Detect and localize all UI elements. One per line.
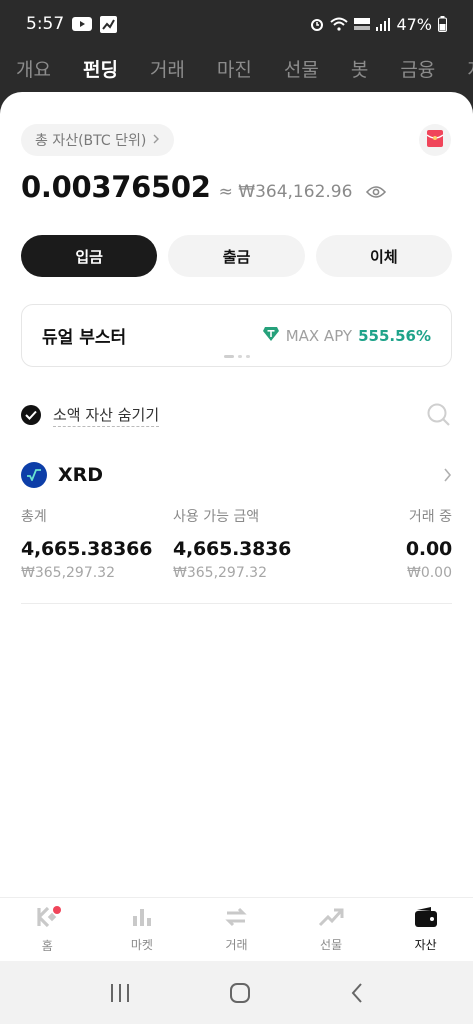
- status-bar: 5:57 47%: [0, 0, 473, 48]
- tab-overview[interactable]: 개요: [16, 55, 51, 82]
- recent-apps-icon[interactable]: [109, 983, 131, 1003]
- total-value: 4,665.38366: [21, 538, 153, 560]
- hd-voice-icon: [354, 17, 371, 31]
- battery-icon: [438, 16, 447, 32]
- nav-home-label: 홈: [41, 939, 53, 953]
- chevron-right-icon[interactable]: [443, 468, 452, 482]
- tab-funding[interactable]: 펀딩: [83, 55, 118, 82]
- xrd-coin-icon: [21, 462, 47, 488]
- total-column: 총계 4,665.38366 ₩365,297.32: [21, 506, 173, 581]
- carousel-dot: [223, 355, 234, 358]
- tether-icon: [262, 326, 280, 346]
- balance-btc: 0.00376502: [21, 170, 211, 204]
- balance-row: 0.00376502 ≈ ₩364,162.96: [21, 170, 387, 204]
- carousel-dot: [245, 355, 250, 358]
- asset-row-header[interactable]: XRD: [21, 462, 452, 488]
- alarm-icon: [310, 17, 324, 31]
- divider: [21, 603, 452, 604]
- bottom-nav: 홈 마켓 거래 선물 자산: [0, 897, 473, 961]
- hide-small-assets-label[interactable]: 소액 자산 숨기기: [53, 404, 160, 427]
- action-buttons: 입금 출금 이체: [21, 235, 452, 277]
- tab-more[interactable]: 지: [467, 55, 473, 82]
- back-icon[interactable]: [350, 982, 364, 1004]
- swap-arrows-icon: [224, 906, 248, 932]
- available-column: 사용 가능 금액 4,665.3836 ₩365,297.32: [173, 506, 333, 581]
- dual-booster-banner[interactable]: 듀얼 부스터 MAX APY 555.56%: [21, 304, 452, 367]
- home-icon[interactable]: [229, 982, 251, 1004]
- battery-percent: 47%: [396, 14, 432, 34]
- nav-futures-label: 선물: [320, 938, 343, 952]
- apy-label: MAX APY: [285, 326, 353, 345]
- in-trade-column: 거래 중 0.00 ₩0.00: [333, 506, 452, 581]
- asset-symbol: XRD: [58, 464, 104, 486]
- total-assets-label: 총 자산(BTC 단위): [35, 133, 147, 149]
- youtube-icon: [72, 17, 93, 31]
- deposit-button[interactable]: 입금: [21, 235, 158, 277]
- total-assets-unit-selector[interactable]: 총 자산(BTC 단위): [21, 124, 175, 156]
- chart-app-icon: [100, 15, 118, 33]
- available-fiat: ₩365,297.32: [173, 565, 268, 581]
- nav-assets-label: 자산: [414, 938, 437, 952]
- nav-trade[interactable]: 거래: [189, 898, 284, 961]
- nav-assets[interactable]: 자산: [378, 898, 473, 961]
- in-trade-label: 거래 중: [408, 509, 452, 525]
- available-label: 사용 가능 금액: [173, 509, 260, 525]
- tab-margin[interactable]: 마진: [217, 55, 252, 82]
- apy-value: 555.56%: [358, 326, 431, 345]
- account-tabs: 개요 펀딩 거래 마진 선물 봇 금융 지: [0, 48, 473, 88]
- bar-chart-icon: [131, 906, 153, 932]
- nav-trade-label: 거래: [225, 938, 248, 952]
- nav-markets-label: 마켓: [130, 938, 153, 952]
- balance-fiat: ≈ ₩364,162.96: [218, 182, 353, 202]
- chevron-right-icon: [152, 132, 160, 148]
- hide-small-assets-checkbox[interactable]: [21, 405, 41, 425]
- status-time: 5:57: [26, 14, 65, 34]
- notification-dot: [53, 906, 61, 914]
- nav-markets[interactable]: 마켓: [95, 898, 190, 961]
- asset-balances: 총계 4,665.38366 ₩365,297.32 사용 가능 금액 4,66…: [21, 506, 452, 581]
- in-trade-fiat: ₩0.00: [406, 565, 452, 581]
- withdraw-button[interactable]: 출금: [168, 235, 305, 277]
- nav-futures[interactable]: 선물: [284, 898, 379, 961]
- available-value: 4,665.3836: [173, 538, 292, 560]
- hide-small-assets-row: 소액 자산 숨기기: [21, 402, 452, 428]
- signal-icon: [376, 17, 391, 31]
- eye-icon[interactable]: [366, 185, 387, 199]
- tab-bot[interactable]: 봇: [351, 55, 368, 82]
- tab-finance[interactable]: 금융: [400, 55, 435, 82]
- wifi-icon: [330, 17, 349, 31]
- gift-button[interactable]: [419, 124, 451, 156]
- in-trade-value: 0.00: [405, 538, 452, 560]
- total-label: 총계: [21, 509, 47, 525]
- trend-up-icon: [318, 906, 344, 932]
- tab-trading[interactable]: 거래: [150, 55, 185, 82]
- transfer-button[interactable]: 이체: [315, 235, 452, 277]
- booster-title: 듀얼 부스터: [42, 328, 127, 348]
- wallet-icon: [414, 906, 438, 932]
- tab-futures[interactable]: 선물: [284, 55, 319, 82]
- red-envelope-icon: [426, 129, 444, 151]
- carousel-indicator: [223, 355, 250, 358]
- search-icon[interactable]: [426, 402, 452, 428]
- system-nav-bar: [0, 961, 473, 1024]
- carousel-dot: [237, 355, 242, 358]
- total-fiat: ₩365,297.32: [21, 565, 116, 581]
- nav-home[interactable]: 홈: [0, 898, 95, 961]
- funding-sheet: 총 자산(BTC 단위) 0.00376502 ≈ ₩364,162.96 입금…: [0, 92, 473, 898]
